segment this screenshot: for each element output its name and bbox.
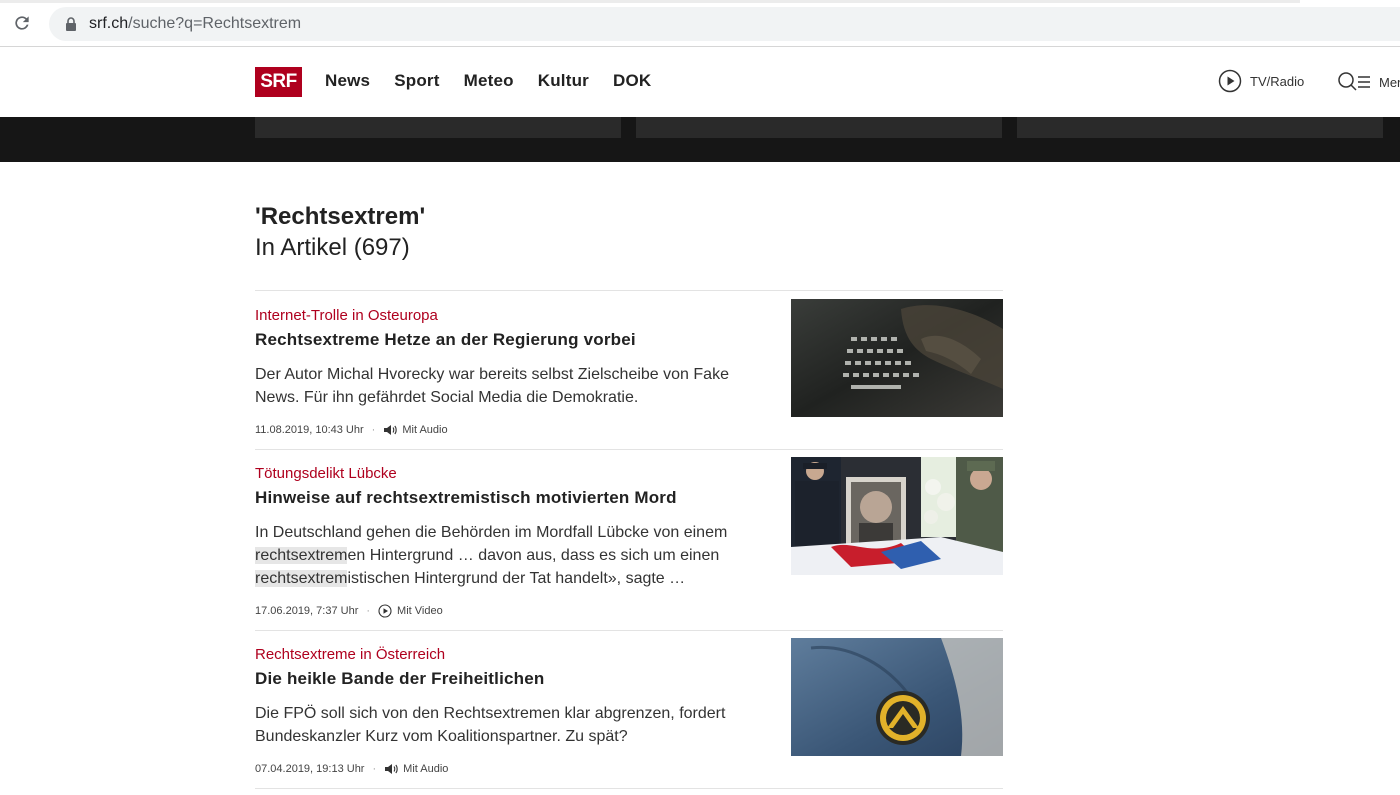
lead-line: rechtsextremistischen Hintergrund der Ta… (255, 567, 770, 590)
result-kicker: Internet-Trolle in Osteuropa (255, 307, 438, 324)
result-item[interactable]: Rechtsextreme in Österreich Die heikle B… (255, 638, 1003, 788)
tvradio-label: TV/Radio (1250, 73, 1305, 89)
menu-label: Menü (1379, 74, 1400, 90)
address-bar[interactable]: srf.ch/suche?q=Rechtsextrem (49, 7, 1400, 41)
result-image-jacket-patch[interactable] (791, 638, 1003, 756)
result-date: 07.04.2019, 19:13 Uhr (255, 763, 365, 775)
tab-strip-edge (0, 0, 1300, 3)
result-lead: Die FPÖ soll sich von den Rechtsextremen… (255, 702, 770, 748)
separator-dot: · (372, 763, 377, 775)
nav-item-meteo[interactable]: Meteo (464, 71, 514, 91)
result-meta: 11.08.2019, 10:43 Uhr · Mit Audio (255, 423, 448, 437)
result-count: In Artikel (697) (255, 234, 410, 261)
result-kicker: Rechtsextreme in Österreich (255, 646, 446, 663)
search-menu-button[interactable]: Menü (1337, 71, 1400, 93)
teaser-card[interactable] (1017, 117, 1383, 138)
tvradio-link[interactable]: TV/Radio (1218, 69, 1304, 93)
result-headline[interactable]: Rechtsextreme Hetze an der Regierung vor… (255, 330, 636, 350)
lead-text: en Hintergrund … davon aus, dass es sich… (347, 547, 720, 564)
search-highlight: rechtsextrem (255, 547, 348, 564)
url-text: srf.ch/suche?q=Rechtsextrem (89, 15, 301, 33)
lead-line: Die FPÖ soll sich von den Rechtsextremen… (255, 705, 726, 722)
site-header: SRF News Sport Meteo Kultur DOK TV/Radio… (0, 47, 1400, 117)
result-lead: Der Autor Michal Hvorecky war bereits se… (255, 363, 770, 409)
result-meta: 17.06.2019, 7:37 Uhr · Mit Video (255, 604, 443, 618)
result-headline[interactable]: Die heikle Bande der Freiheitlichen (255, 669, 544, 689)
url-path: /suche?q=Rechtsextrem (128, 15, 302, 32)
lead-line: rechtsextremen Hintergrund … davon aus, … (255, 544, 770, 567)
separator-dot: · (371, 424, 376, 436)
search-highlight: rechtsextrem (255, 570, 348, 587)
result-image-keyboard[interactable] (791, 299, 1003, 417)
lead-line: Der Autor Michal Hvorecky war bereits se… (255, 366, 729, 383)
browser-toolbar: srf.ch/suche?q=Rechtsextrem (0, 0, 1400, 47)
result-lead: In Deutschland gehen die Behörden im Mor… (255, 521, 770, 590)
lead-line: News. Für ihn gefährdet Social Media die… (255, 389, 639, 406)
divider (255, 449, 1003, 450)
result-item[interactable]: Tötungsdelikt Lübcke Hinweise auf rechts… (255, 457, 1003, 630)
result-date: 11.08.2019, 10:43 Uhr (255, 424, 364, 436)
main-navigation: News Sport Meteo Kultur DOK (325, 71, 675, 91)
logo-text: SRF (260, 71, 297, 92)
teaser-card[interactable] (636, 117, 1002, 138)
nav-item-news[interactable]: News (325, 71, 370, 91)
nav-item-dok[interactable]: DOK (613, 71, 651, 91)
search-title: 'Rechtsextrem' (255, 203, 426, 230)
srf-logo[interactable]: SRF (255, 67, 302, 97)
result-headline[interactable]: Hinweise auf rechtsextremistisch motivie… (255, 488, 677, 508)
nav-item-kultur[interactable]: Kultur (538, 71, 589, 91)
play-circle-icon (1218, 69, 1242, 93)
reload-icon[interactable] (12, 13, 32, 33)
lead-line: In Deutschland gehen die Behörden im Mor… (255, 524, 728, 541)
divider (255, 630, 1003, 631)
speaker-icon (384, 425, 398, 435)
result-kicker: Tötungsdelikt Lübcke (255, 465, 397, 482)
result-item[interactable]: Internet-Trolle in Osteuropa Rechtsextre… (255, 299, 1003, 449)
result-image-funeral[interactable] (791, 457, 1003, 575)
search-icon (1338, 72, 1370, 91)
media-label: Mit Audio (403, 763, 449, 775)
divider (255, 290, 1003, 291)
play-icon (378, 604, 392, 618)
url-host: srf.ch (89, 15, 129, 32)
lead-text: istischen Hintergrund der Tat handelt», … (347, 570, 686, 587)
separator-dot: · (366, 605, 371, 617)
lead-line: Bundeskanzler Kurz vom Koalitionspartner… (255, 728, 628, 745)
result-meta: 07.04.2019, 19:13 Uhr · Mit Audio (255, 762, 448, 776)
lock-icon (66, 17, 76, 31)
media-label: Mit Video (397, 605, 443, 617)
divider (255, 788, 1003, 789)
nav-item-sport[interactable]: Sport (394, 71, 439, 91)
result-date: 17.06.2019, 7:37 Uhr (255, 605, 359, 617)
teaser-strip (0, 117, 1400, 162)
teaser-card[interactable] (255, 117, 621, 138)
speaker-icon (385, 764, 398, 774)
media-label: Mit Audio (402, 424, 448, 436)
